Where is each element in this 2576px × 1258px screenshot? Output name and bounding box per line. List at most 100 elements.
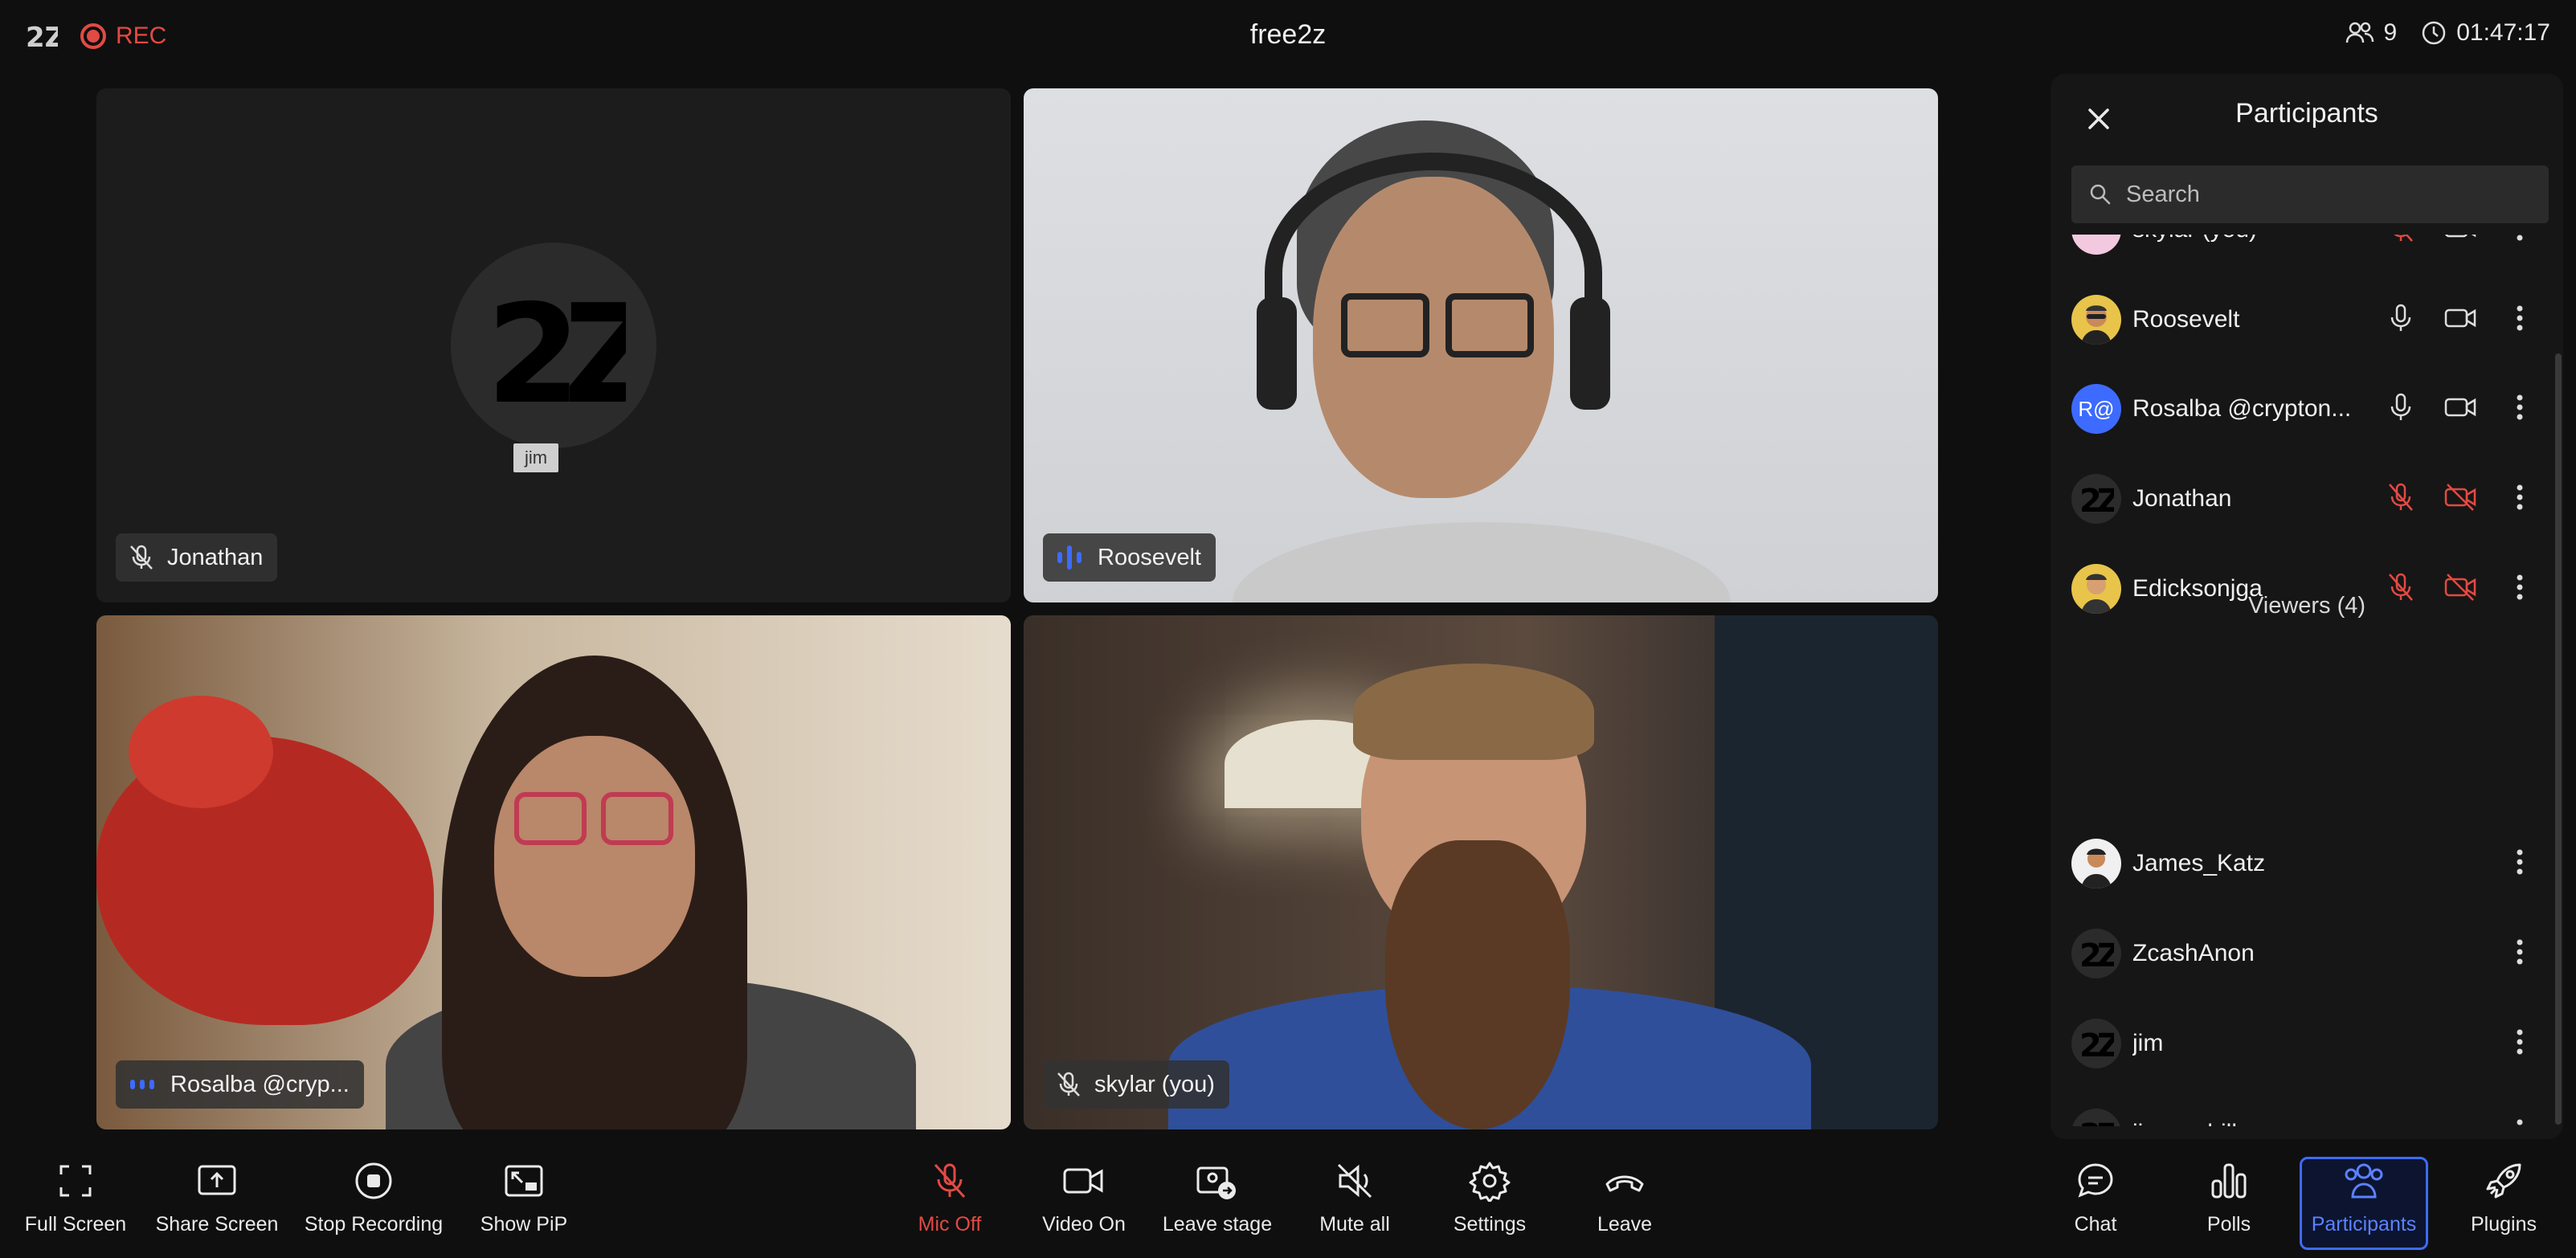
free2z-logo-icon: 2Z [2079,937,2114,970]
participant-row[interactable]: R@ Rosalba @crypton... [2071,380,2554,438]
stop-record-icon [355,1162,392,1199]
video-tile-rosalba[interactable]: Rosalba @cryp... [96,615,1011,1129]
video-icon[interactable] [2441,299,2480,337]
avatar [2071,235,2121,255]
search-input[interactable] [2126,181,2528,208]
participant-list: skylar (you) Roosevelt R@ Ros [2051,235,2563,1126]
video-off-icon[interactable] [2441,478,2480,517]
stop-recording-button[interactable]: Stop Recording [299,1157,448,1250]
free2z-logo-icon: 2Z [26,22,58,51]
button-label: Share Screen [155,1213,279,1236]
mic-off-icon[interactable] [2382,235,2420,247]
button-label: Polls [2206,1213,2251,1236]
free2z-logo-icon: 2Z [2079,483,2114,515]
share-screen-icon [198,1165,236,1195]
more-options-icon[interactable] [2500,478,2539,517]
search-box[interactable] [2071,165,2549,223]
hang-up-icon [1605,1175,1644,1192]
video-tile-roosevelt[interactable]: Roosevelt [1024,88,1938,602]
avatar-illustration-icon [2081,305,2112,345]
leave-stage-button[interactable]: Leave stage [1157,1157,1278,1250]
mic-muted-icon [130,545,153,570]
viewers-heading: Viewers (4) [2247,593,2366,619]
participant-count[interactable]: 9 [2345,19,2398,47]
tile-name: Roosevelt [1098,544,1201,570]
chat-button[interactable]: Chat [2055,1157,2136,1250]
mic-muted-icon [1057,1072,1080,1097]
mic-icon[interactable] [2382,388,2420,427]
share-screen-button[interactable]: Share Screen [153,1157,281,1250]
svg-text:2Z: 2Z [2079,1117,2114,1126]
chat-icon [2078,1163,2113,1198]
button-label: Chat [2074,1213,2117,1236]
free2z-logo-icon: 2Z [486,281,626,410]
participants-button[interactable]: Participants [2300,1157,2428,1250]
avatar-tag: jim [513,443,558,472]
participants-panel: Participants skylar (you) Roosevelt [2051,74,2563,1139]
rocket-icon [2486,1163,2521,1199]
viewer-name: jimmyshill [2132,1120,2374,1126]
more-options-icon[interactable] [2500,388,2539,427]
mic-icon[interactable] [2382,299,2420,337]
button-label: Mute all [1319,1213,1390,1236]
mic-off-button[interactable]: Mic Off [902,1157,998,1250]
more-options-icon[interactable] [2500,933,2539,971]
viewer-row[interactable]: 2Z jim [2071,1015,2554,1072]
show-pip-button[interactable]: Show PiP [472,1157,575,1250]
video-on-button[interactable]: Video On [1030,1157,1138,1250]
video-icon[interactable] [2441,388,2480,427]
viewer-row[interactable]: James_Katz [2071,835,2554,892]
gear-icon [1469,1162,1511,1202]
tile-name-tag: Roosevelt [1043,533,1216,582]
avatar: 2Z [2071,1109,2121,1126]
polls-button[interactable]: Polls [2189,1157,2269,1250]
participant-count-value: 9 [2383,19,2398,46]
avatar [2071,295,2121,345]
video-tile-skylar[interactable]: skylar (you) [1024,615,1938,1129]
panel-title: Participants [2235,98,2378,129]
participant-row[interactable]: Roosevelt [2071,291,2554,349]
button-label: Leave [1597,1213,1653,1236]
avatar: 2Z [2071,929,2121,978]
settings-button[interactable]: Settings [1443,1157,1536,1250]
avatar: 2Z [2071,1019,2121,1068]
more-options-icon[interactable] [2500,1113,2539,1126]
participant-row[interactable]: 2Z Jonathan [2071,470,2554,528]
free2z-logo-icon: 2Z [2079,1117,2114,1126]
panel-scrollbar[interactable] [2555,353,2562,1125]
full-screen-button[interactable]: Full Screen [19,1157,132,1250]
viewer-row[interactable]: 2Z jimmyshill [2071,1105,2554,1126]
viewer-name: James_Katz [2132,850,2266,876]
people-icon [2345,1163,2383,1199]
free2z-logo-icon: 2Z [2079,1027,2114,1060]
viewer-row[interactable]: 2Z ZcashAnon [2071,925,2554,982]
video-tile-jonathan[interactable]: 2Z jim Jonathan [96,88,1011,602]
fullscreen-icon [59,1165,92,1197]
participant-row[interactable]: skylar (you) [2071,235,2554,259]
pip-icon [505,1165,543,1197]
more-options-icon[interactable] [2500,235,2539,247]
top-bar: 2Z REC free2z 9 01:47:17 [0,0,2576,74]
plugins-button[interactable]: Plugins [2457,1157,2550,1250]
more-options-icon[interactable] [2500,299,2539,337]
button-label: Show PiP [480,1213,568,1236]
button-label: Participants [2311,1213,2417,1236]
more-options-icon[interactable] [2500,843,2539,881]
button-label: Stop Recording [304,1213,444,1236]
tile-name: Rosalba @cryp... [170,1071,350,1097]
speaker-mute-icon [1337,1163,1372,1199]
leave-button[interactable]: Leave [1584,1157,1665,1250]
tile-name-tag: Jonathan [116,533,278,582]
mute-all-button[interactable]: Mute all [1310,1157,1400,1250]
tile-name: Jonathan [167,544,264,570]
button-label: Leave stage [1162,1213,1273,1236]
mic-off-icon [934,1163,966,1199]
button-label: Full Screen [24,1213,127,1236]
video-icon[interactable] [2441,235,2480,247]
mic-off-icon[interactable] [2382,478,2420,517]
avatar-initials: R@ [2078,396,2115,421]
more-options-icon[interactable] [2500,1023,2539,1061]
bar-chart-icon [2211,1163,2247,1199]
audio-level-icon [130,1080,154,1089]
video-icon [1063,1168,1103,1194]
